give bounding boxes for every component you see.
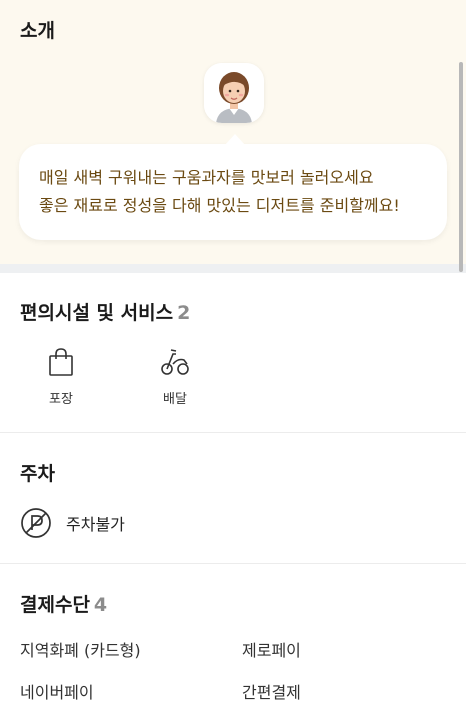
person-avatar-icon <box>204 63 264 123</box>
no-parking-icon <box>21 508 51 538</box>
amenities-title-text: 편의시설 및 서비스 <box>20 302 174 324</box>
amenity-item-takeout: 포장 <box>21 347 101 407</box>
payment-method: 간편결제 <box>242 683 301 702</box>
intro-message-bubble: 매일 새벽 구워내는 구움과자를 맛보러 놀러오세요 좋은 재료로 정성을 다해… <box>19 144 447 240</box>
parking-status-row: 주차불가 <box>20 506 125 540</box>
payment-method: 지역화폐 (카드형) <box>20 641 141 660</box>
payment-method: 네이버페이 <box>20 683 94 702</box>
section-divider <box>0 432 466 433</box>
bubble-tail <box>224 134 246 146</box>
payment-title: 결제수단 4 <box>20 590 107 617</box>
payment-count: 4 <box>93 594 108 616</box>
payment-title-text: 결제수단 <box>20 594 90 616</box>
amenities-count: 2 <box>177 302 191 324</box>
intro-title: 소개 <box>20 20 55 42</box>
amenity-item-delivery: 배달 <box>135 347 215 407</box>
parking-title: 주차 <box>20 463 55 485</box>
parking-status: 주차불가 <box>66 515 125 534</box>
intro-message-line: 좋은 재료로 정성을 다해 맛있는 디저트를 준비할께요! <box>39 196 400 215</box>
scooter-icon <box>161 349 189 375</box>
amenity-label: 포장 <box>49 392 73 407</box>
section-divider <box>0 563 466 564</box>
vertical-scrollbar[interactable] <box>459 62 463 272</box>
owner-avatar <box>204 63 264 123</box>
payment-method: 제로페이 <box>242 641 301 660</box>
shopping-bag-icon <box>49 348 73 376</box>
intro-message: 매일 새벽 구워내는 구움과자를 맛보러 놀러오세요 좋은 재료로 정성을 다해… <box>39 164 439 220</box>
intro-message-line: 매일 새벽 구워내는 구움과자를 맛보러 놀러오세요 <box>39 168 374 187</box>
amenity-label: 배달 <box>163 392 187 407</box>
section-divider <box>0 264 466 273</box>
amenities-title: 편의시설 및 서비스 2 <box>20 298 190 325</box>
intro-section: 소개 매일 새벽 구워내는 구움과자를 맛보러 놀러오세요 좋은 재료로 정성을… <box>0 0 466 264</box>
